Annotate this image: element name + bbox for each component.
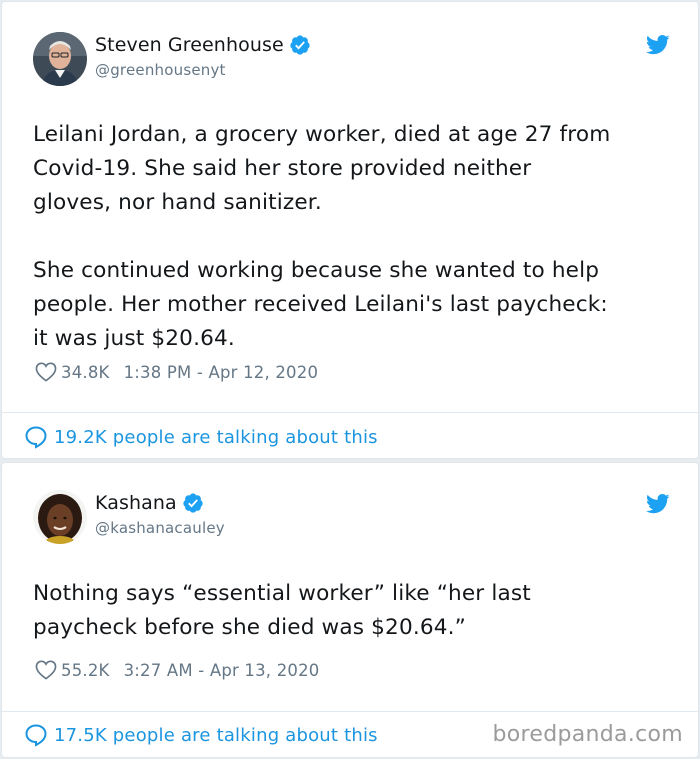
heart-icon[interactable] <box>35 660 57 680</box>
talking-label: 17.5K people are talking about this <box>54 724 378 746</box>
like-count[interactable]: 34.8K <box>61 363 110 382</box>
author-name[interactable]: Kashana <box>95 492 177 514</box>
verified-icon <box>183 493 203 513</box>
tweet-card: Steven Greenhouse @greenhousenyt Leilani… <box>1 1 699 459</box>
speech-bubble-icon <box>25 426 47 449</box>
avatar[interactable] <box>33 32 87 86</box>
tweet-text: Nothing says “essential worker” like “he… <box>33 577 678 645</box>
tweet-paragraph: She continued working because she wanted… <box>33 258 608 351</box>
like-count[interactable]: 55.2K <box>61 661 110 680</box>
tweet-paragraph: Leilani Jordan, a grocery worker, died a… <box>33 122 611 215</box>
author-handle[interactable]: @greenhousenyt <box>95 61 311 79</box>
author-name[interactable]: Steven Greenhouse <box>95 34 284 56</box>
avatar[interactable] <box>33 490 87 544</box>
talking-label: 19.2K people are talking about this <box>54 426 378 448</box>
heart-icon[interactable] <box>35 362 57 382</box>
tweet-text: Leilani Jordan, a grocery worker, died a… <box>33 118 678 356</box>
speech-bubble-icon <box>25 724 47 747</box>
tweet-card: Kashana @kashanacauley Nothing says “ess… <box>1 462 699 758</box>
divider <box>2 711 698 712</box>
timestamp[interactable]: 1:38 PM - Apr 12, 2020 <box>124 363 319 382</box>
tweet-meta: 34.8K 1:38 PM - Apr 12, 2020 <box>35 362 318 382</box>
twitter-bird-icon[interactable] <box>646 494 670 514</box>
divider <box>2 412 698 413</box>
verified-icon <box>290 35 310 55</box>
timestamp[interactable]: 3:27 AM - Apr 13, 2020 <box>124 661 320 680</box>
tweet-meta: 55.2K 3:27 AM - Apr 13, 2020 <box>35 660 320 680</box>
talking-link[interactable]: 17.5K people are talking about this <box>24 723 378 747</box>
watermark: boredpanda.com <box>492 722 683 747</box>
tweet-paragraph: Nothing says “essential worker” like “he… <box>33 581 531 640</box>
twitter-bird-icon[interactable] <box>646 35 670 55</box>
author-handle[interactable]: @kashanacauley <box>95 519 225 537</box>
talking-link[interactable]: 19.2K people are talking about this <box>24 425 378 449</box>
